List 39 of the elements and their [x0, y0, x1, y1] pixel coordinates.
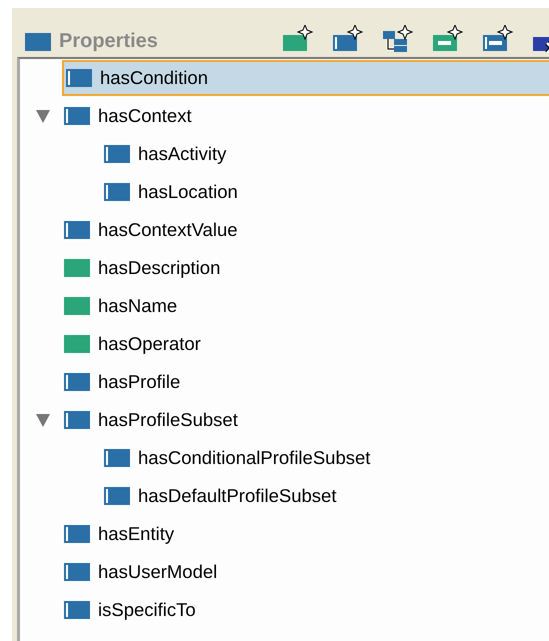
add-property-icon[interactable]	[433, 25, 463, 53]
tree-item[interactable]: hasContext	[62, 98, 198, 134]
tree-item[interactable]: hasEntity	[62, 516, 180, 552]
object-property-icon	[104, 145, 130, 163]
object-property-icon	[66, 69, 92, 87]
datatype-property-icon	[64, 259, 90, 277]
expanded-triangle-icon[interactable]	[36, 109, 50, 123]
object-property-icon	[64, 563, 90, 581]
tree-item[interactable]: hasCondition	[62, 60, 549, 96]
tree-item[interactable]: hasLocation	[102, 174, 244, 210]
tree-item[interactable]: hasUserModel	[62, 554, 224, 590]
object-property-icon	[64, 107, 90, 125]
tree-item[interactable]: hasActivity	[102, 136, 232, 172]
tree-item[interactable]: hasOperator	[62, 326, 207, 362]
add-subproperty-icon[interactable]	[383, 25, 413, 53]
object-property-icon	[104, 183, 130, 201]
property-icon	[25, 32, 51, 50]
tree-item[interactable]: isSpecificTo	[62, 592, 202, 628]
tree-item[interactable]: hasConditionalProfileSubset	[102, 440, 376, 476]
add-property-icon[interactable]	[283, 25, 313, 53]
object-property-icon	[64, 411, 90, 429]
datatype-property-icon	[64, 297, 90, 315]
object-property-icon	[64, 221, 90, 239]
tree-item[interactable]: hasProfile	[62, 364, 186, 400]
datatype-property-icon	[64, 335, 90, 353]
tree-item[interactable]: hasDefaultProfileSubset	[102, 478, 342, 514]
panel-title: Properties	[59, 30, 158, 53]
object-property-icon	[104, 449, 130, 467]
object-property-icon	[64, 373, 90, 391]
tree-item[interactable]: hasContextValue	[62, 212, 244, 248]
tree-item[interactable]: hasDescription	[62, 250, 226, 286]
tree-item[interactable]: hasProfileSubset	[62, 402, 244, 438]
expanded-triangle-icon[interactable]	[36, 413, 50, 427]
add-property-icon[interactable]	[333, 25, 363, 53]
add-property-icon[interactable]	[483, 25, 513, 53]
object-property-icon	[64, 601, 90, 619]
object-property-icon	[104, 487, 130, 505]
tree-item[interactable]: hasName	[62, 288, 184, 324]
object-property-icon	[64, 525, 90, 543]
